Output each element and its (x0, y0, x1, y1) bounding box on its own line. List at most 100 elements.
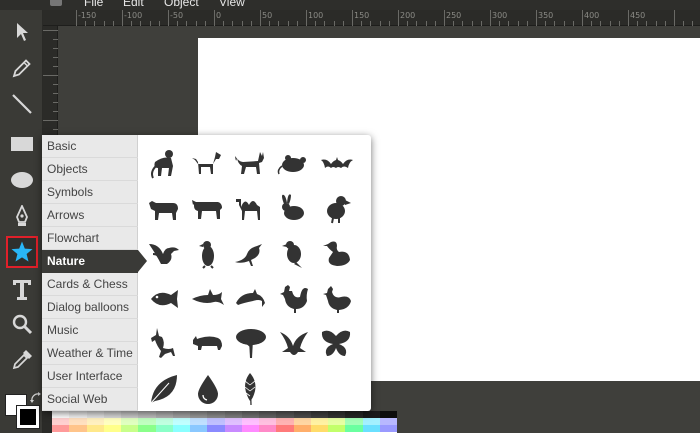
shape-category-music[interactable]: Music (42, 319, 138, 342)
palette-color-swatch[interactable] (259, 418, 277, 425)
palette-color-swatch[interactable] (155, 418, 173, 425)
palette-color-swatch[interactable] (310, 411, 328, 418)
palette-color-swatch[interactable] (86, 418, 104, 425)
palette-color-swatch[interactable] (328, 411, 346, 418)
palette-color-swatch[interactable] (69, 418, 87, 425)
palette-color-swatch[interactable] (379, 418, 397, 425)
shape-category-cards-chess[interactable]: Cards & Chess (42, 273, 138, 296)
text-tool[interactable] (6, 274, 38, 306)
palette-color-swatch[interactable] (345, 418, 363, 425)
palette-color-swatch[interactable] (293, 418, 311, 425)
palette-color-swatch[interactable] (310, 418, 328, 425)
shape-category-symbols[interactable]: Symbols (42, 181, 138, 204)
stroke-color-swatch[interactable] (16, 405, 40, 429)
pencil-tool[interactable] (6, 52, 38, 84)
palette-color-swatch[interactable] (121, 418, 139, 425)
palette-color-swatch[interactable] (103, 411, 121, 418)
palette-color-swatch[interactable] (224, 418, 242, 425)
shape-dodo[interactable] (318, 190, 354, 226)
shape-tree[interactable] (232, 325, 268, 361)
shape-category-nature[interactable]: Nature (42, 250, 147, 273)
palette-color-swatch[interactable] (69, 425, 87, 432)
palette-color-swatch[interactable] (276, 411, 294, 418)
shape-library-tool[interactable] (6, 236, 38, 268)
shape-cat[interactable] (232, 145, 268, 181)
palette-color-swatch[interactable] (345, 411, 363, 418)
menu-object[interactable]: Object (164, 0, 199, 9)
palette-color-swatch[interactable] (86, 411, 104, 418)
shape-monkey[interactable] (146, 145, 182, 181)
shape-duck[interactable] (318, 235, 354, 271)
eyedropper-tool[interactable] (6, 344, 38, 376)
palette-color-swatch[interactable] (103, 418, 121, 425)
shape-category-dialog-balloons[interactable]: Dialog balloons (42, 296, 138, 319)
palette-color-swatch[interactable] (224, 425, 242, 432)
palette-color-swatch[interactable] (172, 411, 190, 418)
palette-color-swatch[interactable] (207, 425, 225, 432)
palette-color-swatch[interactable] (190, 411, 208, 418)
shape-category-social-web[interactable]: Social Web (42, 388, 138, 411)
palette-color-swatch[interactable] (259, 425, 277, 432)
palette-color-swatch[interactable] (345, 425, 363, 432)
shape-leaf[interactable] (146, 370, 182, 406)
shape-crow[interactable] (232, 235, 268, 271)
shape-penguin[interactable] (189, 235, 225, 271)
palette-color-swatch[interactable] (138, 411, 156, 418)
palette-color-swatch[interactable] (190, 425, 208, 432)
shape-water-drop[interactable] (189, 370, 225, 406)
palette-color-swatch[interactable] (103, 425, 121, 432)
palette-color-swatch[interactable] (190, 418, 208, 425)
palette-color-swatch[interactable] (138, 418, 156, 425)
palette-color-swatch[interactable] (276, 425, 294, 432)
shape-butterfly[interactable] (318, 325, 354, 361)
shape-bull[interactable] (189, 190, 225, 226)
shape-cow[interactable] (146, 190, 182, 226)
shape-fish[interactable] (146, 280, 182, 316)
palette-color-swatch[interactable] (172, 418, 190, 425)
palette-color-swatch[interactable] (207, 418, 225, 425)
palette-color-swatch[interactable] (259, 411, 277, 418)
shape-rabbit[interactable] (275, 190, 311, 226)
palette-color-swatch[interactable] (155, 425, 173, 432)
palette-color-swatch[interactable] (52, 411, 70, 418)
shape-bat[interactable] (318, 145, 354, 181)
palette-color-swatch[interactable] (328, 425, 346, 432)
shape-eagle[interactable] (146, 235, 182, 271)
palette-color-swatch[interactable] (52, 418, 70, 425)
shape-shark[interactable] (189, 280, 225, 316)
palette-color-swatch[interactable] (224, 411, 242, 418)
menu-view[interactable]: View (219, 0, 245, 9)
shape-bird-flying[interactable] (275, 325, 311, 361)
ruler-horizontal[interactable]: -150 -100 -50 0 50 100 150 200 250 300 350 400 450 (43, 10, 700, 26)
palette-color-swatch[interactable] (362, 425, 380, 432)
shape-dog[interactable] (189, 145, 225, 181)
palette-color-swatch[interactable] (69, 411, 87, 418)
rectangle-tool[interactable] (6, 128, 38, 160)
menu-file[interactable]: File (84, 0, 103, 9)
palette-color-swatch[interactable] (52, 425, 70, 432)
palette-color-swatch[interactable] (121, 411, 139, 418)
palette-color-swatch[interactable] (293, 411, 311, 418)
palette-color-swatch[interactable] (362, 411, 380, 418)
shape-category-arrows[interactable]: Arrows (42, 204, 138, 227)
palette-color-swatch[interactable] (155, 411, 173, 418)
shape-category-user-interface[interactable]: User Interface (42, 365, 138, 388)
shape-category-weather-time[interactable]: Weather & Time (42, 342, 138, 365)
palette-color-swatch[interactable] (310, 425, 328, 432)
color-palette[interactable] (52, 411, 397, 433)
shape-rooster[interactable] (275, 280, 311, 316)
palette-color-swatch[interactable] (207, 411, 225, 418)
palette-color-swatch[interactable] (241, 418, 259, 425)
palette-color-swatch[interactable] (293, 425, 311, 432)
shape-dolphin[interactable] (232, 280, 268, 316)
shape-raven[interactable] (275, 235, 311, 271)
palette-color-swatch[interactable] (362, 418, 380, 425)
palette-color-swatch[interactable] (276, 418, 294, 425)
shape-hen[interactable] (318, 280, 354, 316)
palette-color-swatch[interactable] (121, 425, 139, 432)
palette-color-swatch[interactable] (172, 425, 190, 432)
menu-edit[interactable]: Edit (123, 0, 144, 9)
shape-unicorn[interactable] (146, 325, 182, 361)
palette-color-swatch[interactable] (379, 425, 397, 432)
shape-camel[interactable] (232, 190, 268, 226)
